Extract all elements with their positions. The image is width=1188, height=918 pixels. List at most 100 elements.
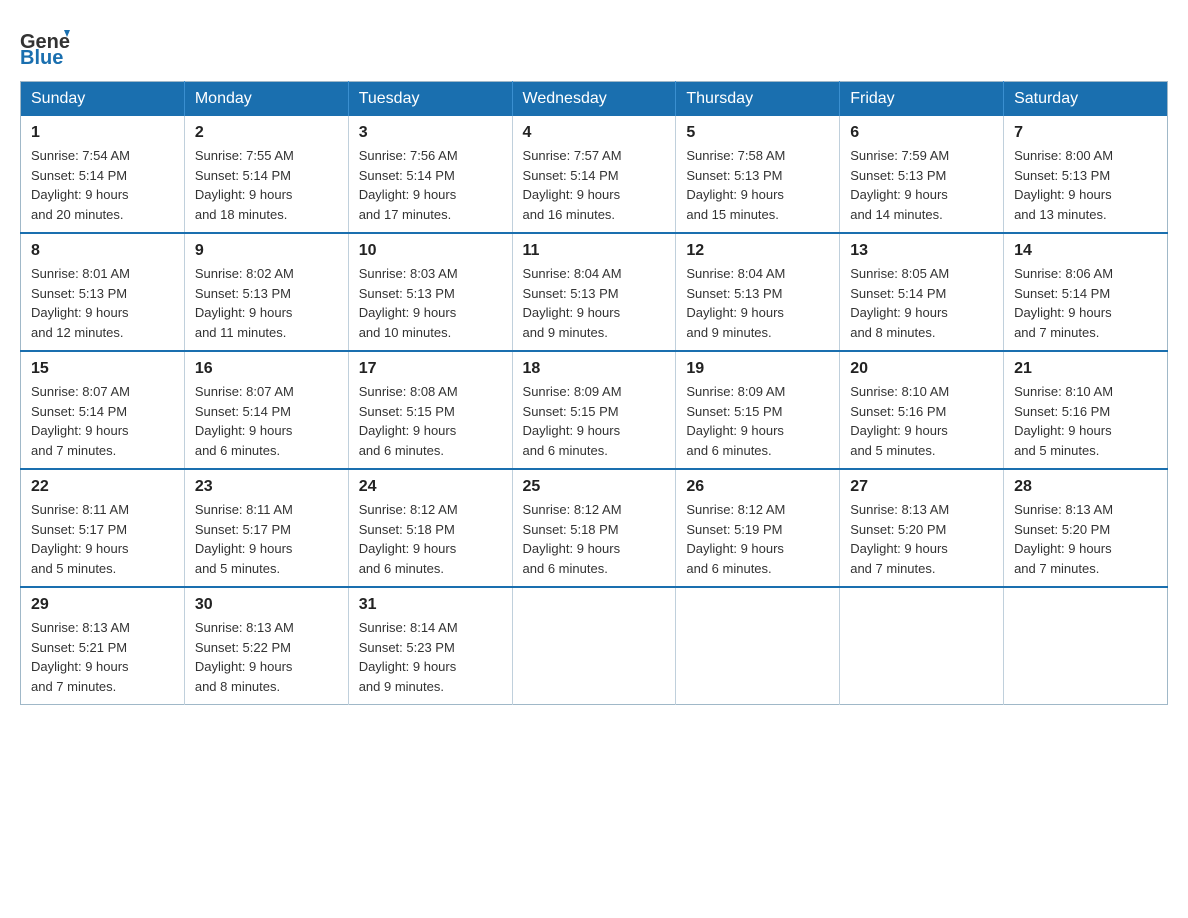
calendar-cell: 1 Sunrise: 7:54 AMSunset: 5:14 PMDaylight… bbox=[21, 116, 185, 233]
calendar-cell: 4 Sunrise: 7:57 AMSunset: 5:14 PMDaylight… bbox=[512, 116, 676, 233]
calendar-cell: 27Sunrise: 8:13 AMSunset: 5:20 PMDayligh… bbox=[840, 469, 1004, 587]
day-number: 4 bbox=[523, 124, 666, 142]
calendar-cell: 7 Sunrise: 8:00 AMSunset: 5:13 PMDaylight… bbox=[1004, 116, 1168, 233]
day-info: Sunrise: 7:55 AMSunset: 5:14 PMDaylight:… bbox=[195, 146, 338, 224]
day-info: Sunrise: 8:13 AMSunset: 5:22 PMDaylight:… bbox=[195, 618, 338, 696]
day-info: Sunrise: 8:03 AMSunset: 5:13 PMDaylight:… bbox=[359, 264, 502, 342]
day-number: 13 bbox=[850, 242, 993, 260]
weekday-header-friday: Friday bbox=[840, 82, 1004, 117]
day-info: Sunrise: 7:56 AMSunset: 5:14 PMDaylight:… bbox=[359, 146, 502, 224]
page-header: General Blue bbox=[20, 20, 1168, 65]
day-info: Sunrise: 8:05 AMSunset: 5:14 PMDaylight:… bbox=[850, 264, 993, 342]
logo: General Blue bbox=[20, 20, 70, 65]
calendar-cell: 30 Sunrise: 8:13 AMSunset: 5:22 PMDayligh… bbox=[184, 587, 348, 705]
day-info: Sunrise: 8:04 AMSunset: 5:13 PMDaylight:… bbox=[686, 264, 829, 342]
calendar-cell: 29 Sunrise: 8:13 AMSunset: 5:21 PMDayligh… bbox=[21, 587, 185, 705]
day-number: 2 bbox=[195, 124, 338, 142]
calendar-cell: 13 Sunrise: 8:05 AMSunset: 5:14 PMDayligh… bbox=[840, 233, 1004, 351]
day-number: 26 bbox=[686, 478, 829, 496]
calendar-cell: 6 Sunrise: 7:59 AMSunset: 5:13 PMDaylight… bbox=[840, 116, 1004, 233]
day-number: 31 bbox=[359, 596, 502, 614]
day-number: 1 bbox=[31, 124, 174, 142]
day-number: 15 bbox=[31, 360, 174, 378]
calendar-cell: 5 Sunrise: 7:58 AMSunset: 5:13 PMDaylight… bbox=[676, 116, 840, 233]
calendar-week-row: 22 Sunrise: 8:11 AMSunset: 5:17 PMDayligh… bbox=[21, 469, 1168, 587]
weekday-header-row: SundayMondayTuesdayWednesdayThursdayFrid… bbox=[21, 82, 1168, 117]
day-number: 20 bbox=[850, 360, 993, 378]
day-number: 18 bbox=[523, 360, 666, 378]
day-info: Sunrise: 8:11 AMSunset: 5:17 PMDaylight:… bbox=[195, 500, 338, 578]
calendar-cell: 17 Sunrise: 8:08 AMSunset: 5:15 PMDayligh… bbox=[348, 351, 512, 469]
day-info: Sunrise: 8:13 AMSunset: 5:21 PMDaylight:… bbox=[31, 618, 174, 696]
calendar-cell: 19Sunrise: 8:09 AMSunset: 5:15 PMDayligh… bbox=[676, 351, 840, 469]
day-number: 11 bbox=[523, 242, 666, 260]
day-info: Sunrise: 7:58 AMSunset: 5:13 PMDaylight:… bbox=[686, 146, 829, 224]
day-number: 7 bbox=[1014, 124, 1157, 142]
day-info: Sunrise: 7:59 AMSunset: 5:13 PMDaylight:… bbox=[850, 146, 993, 224]
calendar-cell: 24Sunrise: 8:12 AMSunset: 5:18 PMDayligh… bbox=[348, 469, 512, 587]
day-number: 16 bbox=[195, 360, 338, 378]
day-info: Sunrise: 8:06 AMSunset: 5:14 PMDaylight:… bbox=[1014, 264, 1157, 342]
calendar-body: 1 Sunrise: 7:54 AMSunset: 5:14 PMDaylight… bbox=[21, 116, 1168, 705]
calendar-cell: 3Sunrise: 7:56 AMSunset: 5:14 PMDaylight… bbox=[348, 116, 512, 233]
calendar-cell: 28Sunrise: 8:13 AMSunset: 5:20 PMDayligh… bbox=[1004, 469, 1168, 587]
calendar-cell bbox=[676, 587, 840, 705]
weekday-header-saturday: Saturday bbox=[1004, 82, 1168, 117]
day-number: 17 bbox=[359, 360, 502, 378]
day-number: 9 bbox=[195, 242, 338, 260]
calendar-header: SundayMondayTuesdayWednesdayThursdayFrid… bbox=[21, 82, 1168, 117]
day-info: Sunrise: 8:12 AMSunset: 5:19 PMDaylight:… bbox=[686, 500, 829, 578]
calendar-week-row: 29 Sunrise: 8:13 AMSunset: 5:21 PMDayligh… bbox=[21, 587, 1168, 705]
day-number: 22 bbox=[31, 478, 174, 496]
day-info: Sunrise: 8:10 AMSunset: 5:16 PMDaylight:… bbox=[1014, 382, 1157, 460]
day-info: Sunrise: 8:09 AMSunset: 5:15 PMDaylight:… bbox=[686, 382, 829, 460]
day-number: 12 bbox=[686, 242, 829, 260]
calendar-cell: 22 Sunrise: 8:11 AMSunset: 5:17 PMDayligh… bbox=[21, 469, 185, 587]
calendar-cell: 8Sunrise: 8:01 AMSunset: 5:13 PMDaylight… bbox=[21, 233, 185, 351]
day-info: Sunrise: 7:57 AMSunset: 5:14 PMDaylight:… bbox=[523, 146, 666, 224]
day-info: Sunrise: 8:11 AMSunset: 5:17 PMDaylight:… bbox=[31, 500, 174, 578]
day-info: Sunrise: 8:12 AMSunset: 5:18 PMDaylight:… bbox=[523, 500, 666, 578]
day-number: 23 bbox=[195, 478, 338, 496]
calendar-cell: 21Sunrise: 8:10 AMSunset: 5:16 PMDayligh… bbox=[1004, 351, 1168, 469]
day-number: 29 bbox=[31, 596, 174, 614]
day-info: Sunrise: 7:54 AMSunset: 5:14 PMDaylight:… bbox=[31, 146, 174, 224]
day-info: Sunrise: 8:12 AMSunset: 5:18 PMDaylight:… bbox=[359, 500, 502, 578]
calendar-cell: 16Sunrise: 8:07 AMSunset: 5:14 PMDayligh… bbox=[184, 351, 348, 469]
calendar-week-row: 1 Sunrise: 7:54 AMSunset: 5:14 PMDaylight… bbox=[21, 116, 1168, 233]
day-info: Sunrise: 8:14 AMSunset: 5:23 PMDaylight:… bbox=[359, 618, 502, 696]
calendar-cell: 23 Sunrise: 8:11 AMSunset: 5:17 PMDayligh… bbox=[184, 469, 348, 587]
calendar-cell bbox=[512, 587, 676, 705]
weekday-header-monday: Monday bbox=[184, 82, 348, 117]
calendar-week-row: 15Sunrise: 8:07 AMSunset: 5:14 PMDayligh… bbox=[21, 351, 1168, 469]
weekday-header-sunday: Sunday bbox=[21, 82, 185, 117]
day-info: Sunrise: 8:04 AMSunset: 5:13 PMDaylight:… bbox=[523, 264, 666, 342]
calendar-cell: 11 Sunrise: 8:04 AMSunset: 5:13 PMDayligh… bbox=[512, 233, 676, 351]
day-number: 25 bbox=[523, 478, 666, 496]
weekday-header-thursday: Thursday bbox=[676, 82, 840, 117]
weekday-header-wednesday: Wednesday bbox=[512, 82, 676, 117]
calendar-cell: 25 Sunrise: 8:12 AMSunset: 5:18 PMDayligh… bbox=[512, 469, 676, 587]
day-number: 30 bbox=[195, 596, 338, 614]
calendar-cell bbox=[1004, 587, 1168, 705]
day-info: Sunrise: 8:01 AMSunset: 5:13 PMDaylight:… bbox=[31, 264, 174, 342]
calendar-cell: 18Sunrise: 8:09 AMSunset: 5:15 PMDayligh… bbox=[512, 351, 676, 469]
day-info: Sunrise: 8:13 AMSunset: 5:20 PMDaylight:… bbox=[1014, 500, 1157, 578]
day-info: Sunrise: 8:08 AMSunset: 5:15 PMDaylight:… bbox=[359, 382, 502, 460]
day-info: Sunrise: 8:02 AMSunset: 5:13 PMDaylight:… bbox=[195, 264, 338, 342]
weekday-header-tuesday: Tuesday bbox=[348, 82, 512, 117]
calendar-cell bbox=[840, 587, 1004, 705]
calendar-cell: 10Sunrise: 8:03 AMSunset: 5:13 PMDayligh… bbox=[348, 233, 512, 351]
calendar-cell: 2 Sunrise: 7:55 AMSunset: 5:14 PMDaylight… bbox=[184, 116, 348, 233]
calendar-table: SundayMondayTuesdayWednesdayThursdayFrid… bbox=[20, 81, 1168, 705]
calendar-cell: 15Sunrise: 8:07 AMSunset: 5:14 PMDayligh… bbox=[21, 351, 185, 469]
day-number: 5 bbox=[686, 124, 829, 142]
day-info: Sunrise: 8:10 AMSunset: 5:16 PMDaylight:… bbox=[850, 382, 993, 460]
calendar-cell: 12 Sunrise: 8:04 AMSunset: 5:13 PMDayligh… bbox=[676, 233, 840, 351]
calendar-week-row: 8Sunrise: 8:01 AMSunset: 5:13 PMDaylight… bbox=[21, 233, 1168, 351]
calendar-cell: 14Sunrise: 8:06 AMSunset: 5:14 PMDayligh… bbox=[1004, 233, 1168, 351]
day-info: Sunrise: 8:00 AMSunset: 5:13 PMDaylight:… bbox=[1014, 146, 1157, 224]
calendar-cell: 20 Sunrise: 8:10 AMSunset: 5:16 PMDayligh… bbox=[840, 351, 1004, 469]
day-number: 27 bbox=[850, 478, 993, 496]
day-number: 6 bbox=[850, 124, 993, 142]
